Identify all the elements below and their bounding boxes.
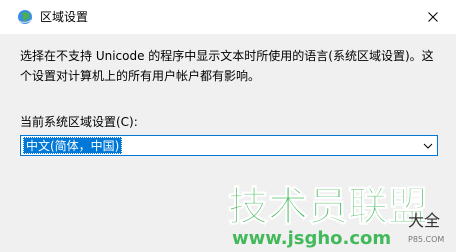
system-locale-select[interactable]: 中文(简体，中国) bbox=[20, 135, 438, 156]
system-locale-label: 当前系统区域设置(C): bbox=[20, 115, 138, 129]
close-icon bbox=[428, 12, 438, 22]
chevron-down-icon[interactable] bbox=[423, 141, 433, 151]
system-locale-selected-value: 中文(简体，中国) bbox=[23, 137, 123, 154]
globe-icon bbox=[18, 10, 32, 24]
description-text: 选择在不支持 Unicode 的程序中显示文本时所使用的语言(系统区域设置)。这… bbox=[20, 49, 434, 83]
close-button[interactable] bbox=[410, 0, 456, 34]
dialog-content: 选择在不支持 Unicode 的程序中显示文本时所使用的语言(系统区域设置)。这… bbox=[0, 34, 456, 252]
title-bar[interactable]: 区域设置 bbox=[0, 0, 456, 34]
window-title: 区域设置 bbox=[40, 10, 89, 24]
region-settings-dialog: 区域设置 选择在不支持 Unicode 的程序中显示文本时所使用的语言(系统区域… bbox=[0, 0, 456, 252]
